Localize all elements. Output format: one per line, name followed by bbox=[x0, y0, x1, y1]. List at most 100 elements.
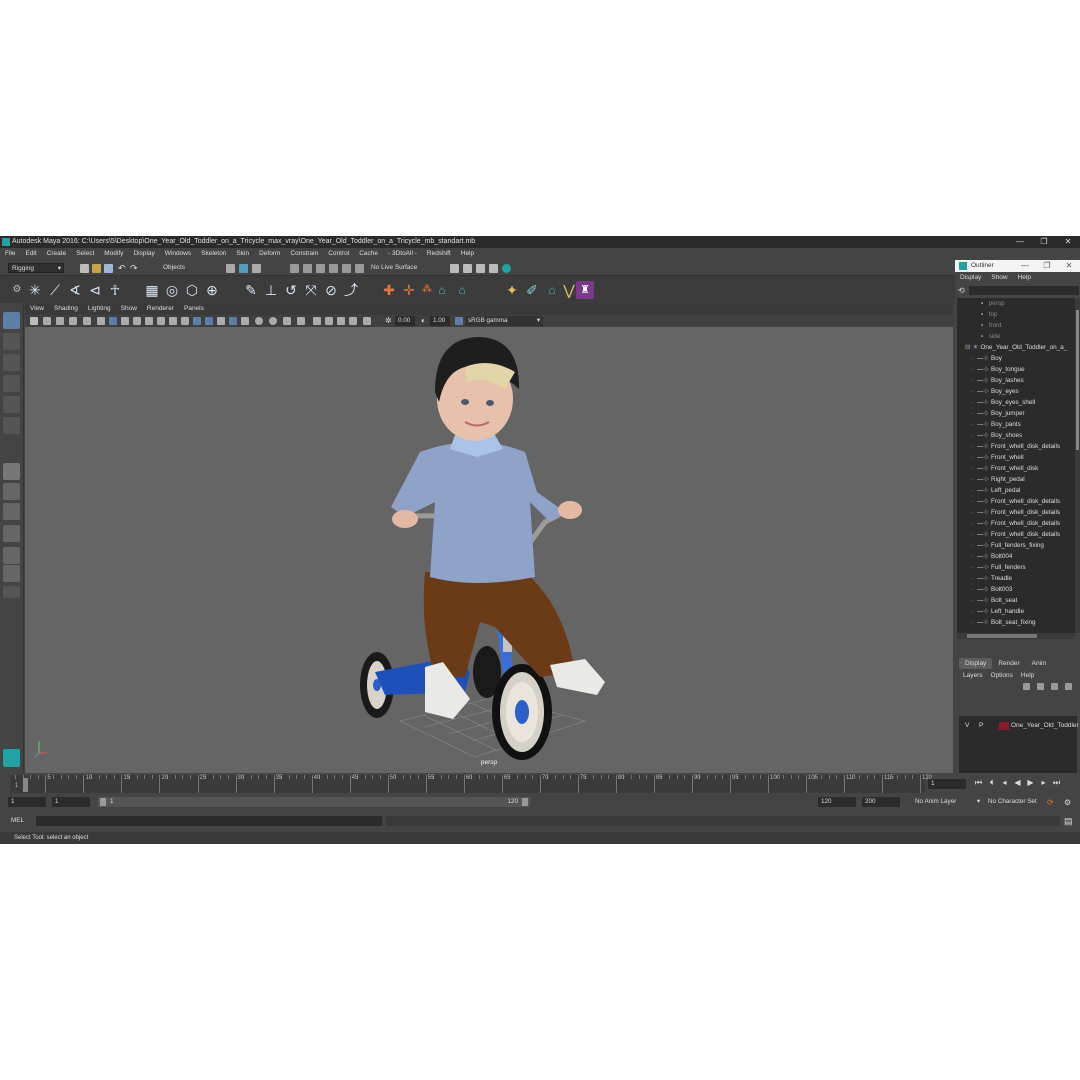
list-item[interactable]: · —⊹ Bolt004 bbox=[971, 551, 1012, 562]
menu-cache[interactable]: Cache bbox=[354, 248, 383, 260]
wireframe-icon[interactable] bbox=[193, 317, 201, 325]
hud-icon[interactable] bbox=[363, 317, 371, 325]
shadows-icon[interactable] bbox=[255, 317, 263, 325]
mirror-joint-icon[interactable]: ⊲ bbox=[86, 281, 104, 299]
anim-layer-dropdown[interactable]: No Anim Layer ▾ bbox=[912, 797, 982, 807]
list-item-root[interactable]: ⊟ ✳ One_Year_Old_Toddler_on_a_ bbox=[965, 342, 1067, 353]
layer-menu-layers[interactable]: Layers bbox=[959, 670, 987, 681]
snap-view-plane-icon[interactable] bbox=[329, 264, 338, 273]
render-settings-icon[interactable] bbox=[476, 264, 485, 273]
play-forward-icon[interactable]: ▶ bbox=[1024, 778, 1037, 788]
image-plane-icon[interactable] bbox=[69, 317, 77, 325]
menuset-dropdown[interactable]: Rigging ▾ bbox=[8, 263, 64, 273]
connect-icon[interactable]: ✦ bbox=[503, 281, 521, 299]
minimize-button[interactable]: — bbox=[1008, 236, 1032, 248]
list-item[interactable]: · —⊹ Bolt_seat_fixing bbox=[971, 617, 1036, 628]
hypershade-persp-icon[interactable] bbox=[3, 565, 20, 582]
panel-menu-panels[interactable]: Panels bbox=[179, 304, 209, 314]
select-tool-icon[interactable] bbox=[3, 312, 20, 329]
list-item[interactable]: · —⊹ Bolt003 bbox=[971, 584, 1012, 595]
menu-select[interactable]: Select bbox=[71, 248, 99, 260]
list-item[interactable]: · —⊹ Boy_eyes bbox=[971, 386, 1019, 397]
menu-edit[interactable]: Edit bbox=[20, 248, 41, 260]
play-backward-icon[interactable]: ◀ bbox=[1011, 778, 1024, 788]
paint-select-icon[interactable] bbox=[3, 354, 20, 371]
layer-name[interactable]: One_Year_Old_Toddler bbox=[1011, 721, 1079, 731]
character-set-dropdown[interactable]: No Character Set bbox=[985, 797, 1043, 807]
list-item[interactable]: · —⊹ Treadle bbox=[971, 573, 1012, 584]
bind-skin-icon[interactable]: ⬡ bbox=[183, 281, 201, 299]
redo-icon[interactable]: ↷ bbox=[130, 264, 139, 273]
list-item[interactable]: · —⊹ Front_whell_disk_details bbox=[971, 441, 1060, 452]
color-space-dropdown[interactable]: sRGB gamma ▾ bbox=[465, 316, 543, 326]
outliner-search-input[interactable] bbox=[969, 286, 1079, 295]
step-back-frame-icon[interactable]: ◂ bbox=[998, 778, 1011, 788]
list-item[interactable]: · —⊹ Bolt_seat bbox=[971, 595, 1017, 606]
snap-grid-icon[interactable] bbox=[290, 264, 299, 273]
list-item[interactable]: ▪ front bbox=[981, 320, 1001, 331]
selection-mode-dropdown[interactable]: Objects bbox=[152, 263, 214, 273]
four-view-icon[interactable] bbox=[3, 483, 20, 500]
playback-start-field[interactable]: 1 bbox=[52, 797, 90, 807]
ipr-render-icon[interactable] bbox=[463, 264, 472, 273]
list-item[interactable]: · —⊹ Boy_lashes bbox=[971, 375, 1024, 386]
collapse-icon[interactable]: ⊟ bbox=[965, 342, 971, 353]
camera-select-icon[interactable] bbox=[30, 317, 38, 325]
list-item[interactable]: · —⊹ Front_whell bbox=[971, 452, 1024, 463]
undo-icon[interactable]: ↶ bbox=[118, 264, 127, 273]
filter-icon[interactable]: ⟲ bbox=[958, 286, 967, 295]
list-item[interactable]: ▪ persp bbox=[981, 298, 1005, 309]
viewport-3d[interactable]: persp bbox=[25, 327, 953, 773]
panel-menu-shading[interactable]: Shading bbox=[49, 304, 83, 314]
field-chart-icon[interactable] bbox=[157, 317, 165, 325]
exposure-field[interactable]: 0.00 bbox=[395, 316, 415, 326]
auto-key-icon[interactable]: ⟳ bbox=[1047, 798, 1056, 807]
select-object-icon[interactable] bbox=[239, 264, 248, 273]
magnet-icon[interactable] bbox=[355, 264, 364, 273]
menu-create[interactable]: Create bbox=[42, 248, 72, 260]
list-item[interactable]: · —⊹ Left_handle bbox=[971, 606, 1024, 617]
snap-point-icon[interactable] bbox=[316, 264, 325, 273]
menu-constrain[interactable]: Constrain bbox=[285, 248, 323, 260]
lights-icon[interactable] bbox=[241, 317, 249, 325]
list-item[interactable]: ▪ side bbox=[981, 331, 1000, 342]
wireframe-on-shaded-icon[interactable] bbox=[217, 317, 225, 325]
film-gate-icon[interactable] bbox=[121, 317, 129, 325]
outliner-minimize-button[interactable]: — bbox=[1014, 260, 1036, 272]
point-constraint-icon[interactable]: ⊥ bbox=[262, 281, 280, 299]
layer-playback-toggle[interactable]: P bbox=[979, 721, 983, 731]
go-to-end-icon[interactable]: ⏭ bbox=[1050, 778, 1063, 788]
xray-icon[interactable] bbox=[325, 317, 333, 325]
list-item[interactable]: · —⊹ Boy bbox=[971, 353, 1002, 364]
menu-deform[interactable]: Deform bbox=[254, 248, 285, 260]
move-layer-up-icon[interactable] bbox=[1023, 683, 1030, 690]
list-item[interactable]: · —⊹ Front_whell_disk_details bbox=[971, 507, 1060, 518]
outliner-close-button[interactable]: ✕ bbox=[1058, 260, 1080, 272]
resolution-gate-icon[interactable] bbox=[133, 317, 141, 325]
layer-row[interactable]: V P One_Year_Old_Toddler bbox=[959, 721, 1079, 731]
panel-menu-lighting[interactable]: Lighting bbox=[83, 304, 116, 314]
joint-tool-icon[interactable]: ✳ bbox=[26, 281, 44, 299]
parent-constraint-icon[interactable]: ⤴ bbox=[342, 281, 360, 299]
list-item[interactable]: · —⊹ Front_whell_disk_details bbox=[971, 496, 1060, 507]
hypershade-icon[interactable] bbox=[502, 264, 511, 273]
bookmark-icon[interactable] bbox=[56, 317, 64, 325]
ambient-occlusion-icon[interactable] bbox=[269, 317, 277, 325]
render-frame-icon[interactable] bbox=[450, 264, 459, 273]
color-management-icon[interactable] bbox=[455, 317, 463, 325]
list-item[interactable]: · —⊹ Front_whell_disk bbox=[971, 463, 1038, 474]
outliner-menu-help[interactable]: Help bbox=[1013, 272, 1036, 283]
move-tool-icon[interactable] bbox=[3, 375, 20, 392]
layer-menu-help[interactable]: Help bbox=[1017, 670, 1038, 681]
rotate-tool-icon[interactable] bbox=[3, 396, 20, 413]
shelf-tool-b-icon[interactable]: ⌂ bbox=[453, 281, 471, 299]
panel-menu-renderer[interactable]: Renderer bbox=[142, 304, 179, 314]
playback-end-field[interactable]: 120 bbox=[818, 797, 856, 807]
end-time-field[interactable]: 200 bbox=[862, 797, 900, 807]
outliner-hscrollbar[interactable] bbox=[957, 633, 1075, 639]
list-item[interactable]: · —⊹ Boy_shoes bbox=[971, 430, 1022, 441]
two-view-icon[interactable] bbox=[3, 503, 20, 520]
start-time-field[interactable]: 1 bbox=[8, 797, 46, 807]
new-empty-layer-icon[interactable] bbox=[1051, 683, 1058, 690]
menu-display[interactable]: Display bbox=[128, 248, 159, 260]
